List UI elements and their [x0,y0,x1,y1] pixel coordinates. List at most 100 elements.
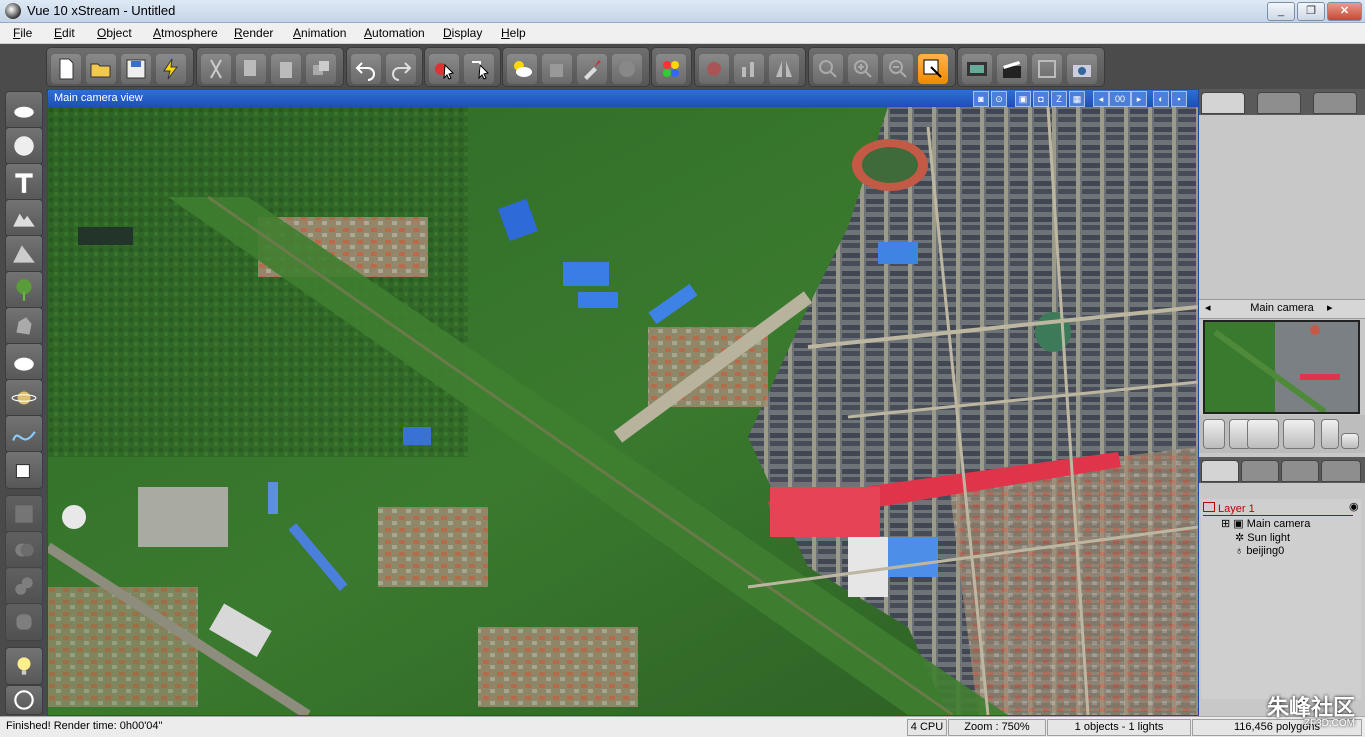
new-file-button[interactable] [51,54,81,84]
light-tool[interactable] [5,647,43,685]
metablob-tool[interactable] [5,567,43,605]
viewport-target-icon[interactable]: ⊙ [991,91,1007,107]
pan-view-button[interactable] [813,54,843,84]
tab-aspect[interactable] [1201,92,1245,114]
layer-visibility-eye-icon[interactable]: ◉ [1349,500,1359,513]
ecosystem-button[interactable] [612,54,642,84]
terrain-tool[interactable] [5,199,43,237]
pan-hand-button[interactable] [1203,419,1225,449]
layer-row[interactable]: Layer 1 [1203,502,1353,516]
tab-functions[interactable] [1281,460,1319,482]
menu-edit[interactable]: Edit [54,26,75,40]
object-properties-button[interactable] [542,54,572,84]
open-file-button[interactable] [86,54,116,84]
menu-atmosphere[interactable]: Atmosphere [153,26,218,40]
camera-render-button[interactable] [1067,54,1097,84]
app-icon[interactable] [5,3,21,19]
atmosphere-editor-button[interactable] [507,54,537,84]
redo-button[interactable] [386,54,416,84]
title-bar: Vue 10 xStream - Untitled _ ❐ ✕ [0,0,1365,23]
save-camera-button[interactable] [1341,433,1359,449]
zoom-region-icon [923,59,942,78]
spline-tool[interactable] [5,415,43,453]
next-camera-icon[interactable]: ▸ [1327,301,1333,314]
viewport-shading-icon[interactable]: ◘ [1033,91,1049,107]
render-preview-button[interactable] [962,54,992,84]
tab-materials[interactable] [1241,460,1279,482]
viewport-draw-icon[interactable]: ◐ [1153,91,1169,107]
menu-animation[interactable]: Animation [293,26,346,40]
frame-counter[interactable]: 00 [1109,91,1131,107]
tab-objects[interactable] [1201,460,1239,482]
sun-light-icon: ✲ [1235,532,1245,544]
zoom-out-button[interactable] [883,54,913,84]
group-tool[interactable] [5,495,43,533]
hyperblob-tool[interactable] [5,603,43,641]
tree-item-beijing0[interactable]: ♁ beijing0 [1235,545,1284,557]
text-t-icon [15,173,33,193]
globe-icon [619,61,635,77]
align-button[interactable] [734,54,764,84]
undo-button[interactable] [351,54,381,84]
tab-links[interactable] [1313,92,1357,114]
snap-button[interactable] [699,54,729,84]
viewport-save-icon[interactable]: ▪ [1171,91,1187,107]
expand-icon[interactable]: ⊞ [1221,518,1230,530]
text-tool[interactable] [5,163,43,201]
mirror-button[interactable] [769,54,799,84]
previous-frame-icon[interactable]: ◂ [1093,91,1109,107]
viewport-camera-icon[interactable]: ◙ [973,91,989,107]
rock-tool[interactable] [5,307,43,345]
watermark-logo: 朱峰社区 ZF3D.COM [1267,690,1355,729]
menu-help[interactable]: Help [501,26,526,40]
animation-render-button[interactable] [997,54,1027,84]
frame-selection-button[interactable] [1247,419,1279,449]
viewport-grid-icon[interactable]: ▦ [1069,91,1085,107]
camera-tool[interactable] [5,685,43,715]
minimize-button[interactable]: _ [1267,2,1295,21]
primitive-tool[interactable] [5,451,43,489]
zoom-in-button[interactable] [848,54,878,84]
play-camera-button[interactable] [1321,419,1339,449]
light-bulb-icon [17,657,31,675]
render-area-button[interactable] [1032,54,1062,84]
transform-button[interactable] [464,54,494,84]
tab-numerics[interactable] [1257,92,1301,114]
viewport-display-mode-icon[interactable]: ▣ [1015,91,1031,107]
select-button[interactable] [429,54,459,84]
boolean-tool[interactable] [5,531,43,569]
menu-render[interactable]: Render [234,26,273,40]
cloud-tool[interactable] [5,343,43,381]
save-file-button[interactable] [121,54,151,84]
sphere-tool[interactable] [5,127,43,165]
paste-button[interactable] [271,54,301,84]
heightfield-tool[interactable] [5,235,43,273]
quick-render-button[interactable] [156,54,186,84]
menu-automation[interactable]: Automation [364,26,425,40]
plant-tool[interactable] [5,271,43,309]
zoom-level: Zoom : 750% [948,719,1046,736]
open-folder-icon [90,63,111,78]
viewport-z-order-icon[interactable]: Z [1051,91,1067,107]
copy-button[interactable] [236,54,266,84]
tree-item-sun-light[interactable]: ✲ Sun light [1235,531,1290,544]
tab-links-browser[interactable] [1321,460,1361,482]
maximize-button[interactable]: ❐ [1297,2,1325,21]
planet-tool[interactable] [5,379,43,417]
close-button[interactable]: ✕ [1327,2,1362,21]
zoom-region-button[interactable] [918,54,948,84]
menu-display[interactable]: Display [443,26,482,40]
material-editor-button[interactable] [577,54,607,84]
camera-preview-thumbnail[interactable] [1203,320,1360,414]
next-frame-icon[interactable]: ▸ [1131,91,1147,107]
tree-item-main-camera[interactable]: ⊞ ▣ Main camera [1221,517,1310,530]
orbit-camera-button[interactable] [1283,419,1315,449]
satellite-render-image [48,107,1198,715]
menu-file[interactable]: File [13,26,32,40]
render-options-button[interactable] [656,54,686,84]
main-camera-viewport[interactable]: Main camera view ◙ ⊙ ▣ ◘ Z ▦ ◂ 00 ▸ ◐ ▪ [47,89,1199,716]
sky-tool[interactable] [5,91,43,129]
duplicate-button[interactable] [306,54,336,84]
menu-object[interactable]: Object [97,26,132,40]
cut-button[interactable] [201,54,231,84]
